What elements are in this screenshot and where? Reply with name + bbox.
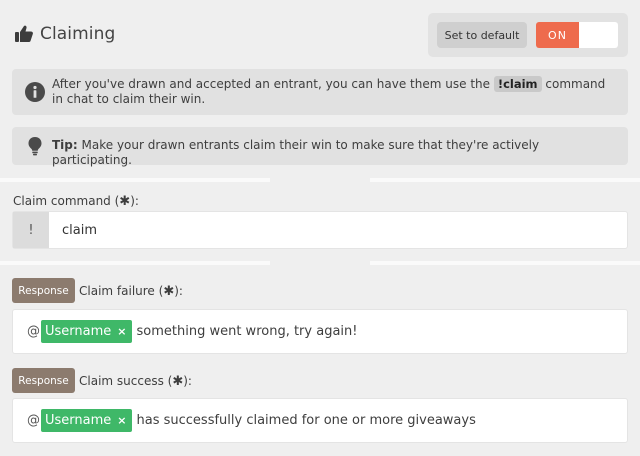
toggle-knob bbox=[579, 22, 618, 48]
required-icon: ✱ bbox=[172, 374, 184, 389]
tip-label: Tip: bbox=[52, 138, 78, 152]
set-to-default-button[interactable]: Set to default bbox=[437, 22, 527, 48]
lightbulb-icon bbox=[28, 137, 42, 156]
claim-command-label: Claim command (✱): bbox=[13, 194, 139, 209]
enable-toggle[interactable]: ON bbox=[536, 22, 618, 48]
mention-prefix: @ bbox=[27, 324, 40, 339]
claim-failure-message-field[interactable]: @ Username × something went wrong, try a… bbox=[12, 309, 628, 354]
username-variable-chip[interactable]: Username × bbox=[41, 320, 132, 343]
claim-failure-message: something went wrong, try again! bbox=[136, 324, 358, 339]
section-header: Claiming Set to default ON bbox=[0, 0, 640, 72]
variable-label: Username bbox=[45, 413, 112, 428]
variable-label: Username bbox=[45, 324, 112, 339]
divider bbox=[370, 261, 640, 265]
claim-success-message-field[interactable]: @ Username × has successfully claimed fo… bbox=[12, 398, 628, 443]
claim-success-response-button[interactable]: Response bbox=[12, 368, 75, 393]
divider bbox=[0, 261, 270, 265]
tip-text: Tip: Make your drawn entrants claim thei… bbox=[52, 138, 614, 168]
claim-command-label-text: Claim command ( bbox=[13, 194, 120, 208]
claim-info-text: After you've drawn and accepted an entra… bbox=[52, 76, 614, 107]
section-title-wrap: Claiming bbox=[14, 24, 115, 44]
remove-variable-icon[interactable]: × bbox=[117, 414, 126, 427]
remove-variable-icon[interactable]: × bbox=[117, 325, 126, 338]
claim-failure-response-button[interactable]: Response bbox=[12, 278, 75, 303]
page-title: Claiming bbox=[40, 24, 116, 44]
claim-command-chip: !claim bbox=[493, 76, 542, 92]
claim-command-label-end: ): bbox=[130, 194, 139, 208]
claim-success-message: has successfully claimed for one or more… bbox=[136, 413, 476, 428]
claim-info-box: After you've drawn and accepted an entra… bbox=[12, 69, 628, 115]
toggle-on-label: ON bbox=[536, 22, 579, 48]
divider bbox=[370, 178, 640, 182]
claim-failure-label-end: ): bbox=[174, 284, 183, 298]
required-icon: ✱ bbox=[163, 284, 175, 299]
claim-command-field: ! bbox=[12, 211, 628, 249]
info-circle-icon bbox=[25, 82, 45, 102]
header-controls: Set to default ON bbox=[428, 13, 628, 57]
claim-info-before: After you've drawn and accepted an entra… bbox=[52, 77, 491, 91]
claim-failure-label-text: Claim failure ( bbox=[79, 284, 164, 298]
required-icon: ✱ bbox=[119, 194, 131, 209]
divider bbox=[0, 178, 270, 182]
thumbs-up-icon bbox=[15, 25, 33, 42]
claim-success-label-end: ): bbox=[183, 374, 192, 388]
claim-success-label: Claim success (✱): bbox=[79, 374, 192, 389]
claim-success-label-text: Claim success ( bbox=[79, 374, 173, 388]
mention-prefix: @ bbox=[27, 413, 40, 428]
command-prefix: ! bbox=[13, 212, 49, 248]
username-variable-chip[interactable]: Username × bbox=[41, 409, 132, 432]
claim-command-input[interactable] bbox=[49, 212, 627, 248]
tip-box: Tip: Make your drawn entrants claim thei… bbox=[12, 127, 628, 168]
tip-body: Make your drawn entrants claim their win… bbox=[52, 138, 540, 167]
claim-failure-label: Claim failure (✱): bbox=[79, 284, 183, 299]
